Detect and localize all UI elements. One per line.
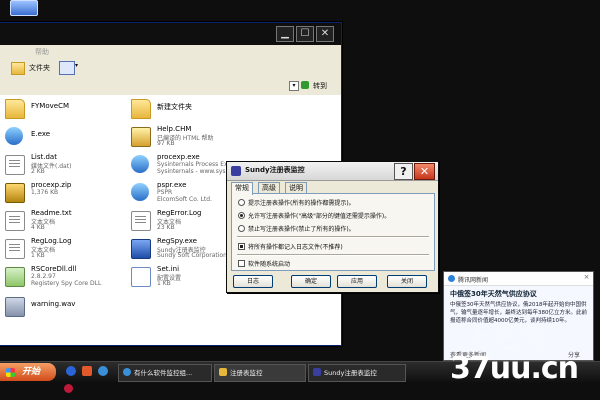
- explorer-menubar: 帮助: [0, 45, 341, 59]
- sundy-dialog: Sundy注册表监控 ? ✕ 常规 高级 说明 提示注册表操作(所有的操作都需提…: [226, 161, 439, 293]
- list-item[interactable]: FYMoveCM: [5, 97, 145, 123]
- news-headline[interactable]: 中俄签30年天然气供应协议: [450, 289, 537, 299]
- log-icon: [131, 211, 151, 231]
- address-bar: ▾ 转到: [0, 77, 341, 96]
- list-item[interactable]: 新建文件夹: [131, 97, 271, 123]
- maximize-button[interactable]: ☐: [296, 26, 314, 42]
- browser-icon: [123, 368, 131, 376]
- radio-allow-write[interactable]: 允许写注册表操作("高级"部分的键值还需提示操作)。: [238, 211, 390, 220]
- minimize-button[interactable]: ▁: [276, 26, 294, 42]
- ie-quicklaunch-icon[interactable]: [66, 366, 76, 376]
- divider: [237, 236, 429, 238]
- ini-icon: [131, 267, 151, 287]
- go-button[interactable]: 转到: [313, 81, 327, 91]
- task-sundy[interactable]: Sundy注册表监控: [308, 364, 406, 382]
- news-close-button[interactable]: ×: [582, 273, 591, 282]
- dialog-titlebar[interactable]: Sundy注册表监控 ? ✕: [227, 162, 438, 181]
- divider: [237, 254, 429, 256]
- dialog-title: Sundy注册表监控: [245, 166, 305, 174]
- explorer-toolbar: 文件夹 ▾: [0, 59, 341, 78]
- regspy-icon: [131, 239, 151, 259]
- app-shield-icon: [231, 166, 241, 176]
- close-button[interactable]: ✕: [316, 26, 334, 42]
- views-icon[interactable]: [59, 61, 75, 75]
- folder-icon: [219, 368, 227, 376]
- address-dropdown-icon[interactable]: ▾: [289, 81, 299, 91]
- tray-app-icon[interactable]: [64, 384, 73, 393]
- go-arrow-icon: [301, 81, 309, 89]
- list-item[interactable]: Help.CHM 已编译的 HTML 帮助 97 KB: [131, 125, 271, 151]
- folders-icon: [11, 62, 25, 75]
- explorer-titlebar[interactable]: ▁ ☐ ✕: [0, 23, 341, 45]
- folder-icon: [5, 99, 25, 119]
- radio-icon[interactable]: [238, 225, 245, 232]
- media-quicklaunch-icon[interactable]: [82, 366, 92, 376]
- tencent-logo-icon: [448, 275, 455, 282]
- list-item[interactable]: procexp.zip 1,376 KB: [5, 181, 145, 207]
- procexp-icon: [131, 155, 149, 173]
- app-shield-icon: [313, 368, 321, 376]
- checkbox-icon[interactable]: [238, 260, 245, 267]
- exe-icon: [5, 127, 23, 145]
- wav-icon: [5, 297, 25, 317]
- dat-icon: [5, 155, 25, 175]
- list-item[interactable]: warning.wav: [5, 295, 145, 321]
- log-button[interactable]: 日志: [233, 275, 273, 288]
- qq-quicklaunch-icon[interactable]: [98, 366, 108, 376]
- radio-icon[interactable]: [238, 199, 245, 206]
- dialog-close-button[interactable]: ✕: [414, 163, 435, 180]
- watermark: 37uu.cn: [450, 351, 579, 386]
- dll-icon: [5, 267, 25, 287]
- radio-forbid-write[interactable]: 禁止写注册表操作(禁止了所有的操作)。: [238, 224, 355, 233]
- folders-button[interactable]: 文件夹: [29, 63, 50, 73]
- chm-icon: [131, 127, 151, 147]
- list-item[interactable]: RegLog.Log 文本文档 1 KB: [5, 237, 145, 263]
- list-item[interactable]: RSCoreDll.dll 2.8.2.97 Registery Spy Core …: [5, 265, 145, 291]
- news-brand: 腾讯网新闻: [458, 277, 489, 284]
- help-button[interactable]: ?: [394, 163, 413, 180]
- menu-item-help[interactable]: 帮助: [35, 48, 49, 56]
- checkbox-autostart[interactable]: 软件随系统启动: [238, 259, 290, 268]
- list-item[interactable]: List.dat 媒体文件(.dat) 2 KB: [5, 153, 145, 179]
- log-icon: [5, 239, 25, 259]
- watermark-faint: 七巴兔: [468, 324, 547, 354]
- ok-button[interactable]: 确定: [291, 275, 331, 288]
- zip-icon: [5, 183, 25, 203]
- desktop-computer-icon[interactable]: [10, 0, 38, 16]
- task-explorer[interactable]: 注册表监控: [214, 364, 306, 382]
- folder-icon: [131, 99, 151, 119]
- tab-general[interactable]: 常规: [231, 182, 253, 195]
- radio-selected-icon[interactable]: [238, 212, 245, 219]
- checkbox-checked-icon[interactable]: [238, 243, 245, 250]
- close-dialog-button[interactable]: 关闭: [387, 275, 427, 288]
- txt-icon: [5, 211, 25, 231]
- news-header: 腾讯网新闻 ×: [444, 272, 593, 286]
- windows-logo-icon: [6, 368, 15, 377]
- apply-button[interactable]: 应用: [337, 275, 377, 288]
- pspr-icon: [131, 183, 149, 201]
- tab-panel-general: 提示注册表操作(所有的操作都需提示)。 允许写注册表操作("高级"部分的键值还需…: [231, 193, 435, 271]
- checkbox-log-all[interactable]: 将所有操作都记入日志文件(不推荐): [238, 242, 343, 251]
- list-item[interactable]: Readme.txt 文本文档 4 KB: [5, 209, 145, 235]
- chevron-down-icon[interactable]: ▾: [75, 62, 78, 69]
- radio-prompt-all[interactable]: 提示注册表操作(所有的操作都需提示)。: [238, 198, 355, 207]
- list-item[interactable]: E.exe: [5, 125, 145, 151]
- task-browser[interactable]: 有什么软件监控组...: [118, 364, 212, 382]
